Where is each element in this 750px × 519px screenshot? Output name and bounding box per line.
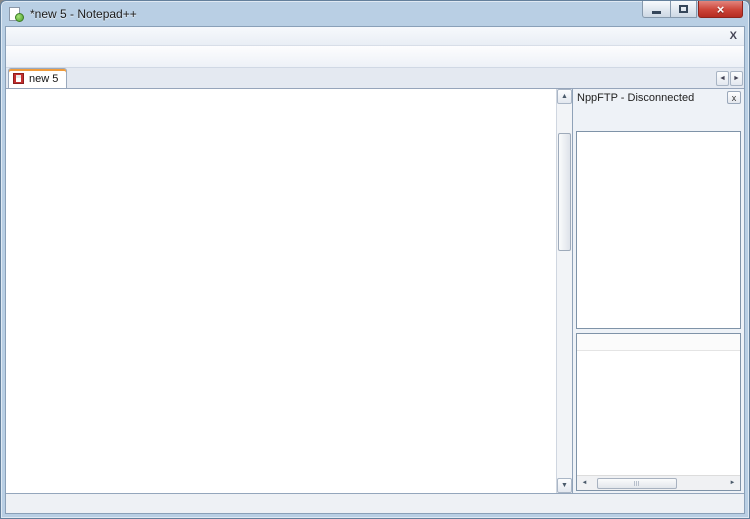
main-area: ▲ ▼ NppFTP - Disconnected x ◄ ►	[6, 89, 744, 493]
scroll-left-icon[interactable]: ◄	[577, 476, 592, 490]
scrollbar-track[interactable]	[558, 105, 571, 477]
app-window: *new 5 - Notepad++ × X new 5 ◄ ► ▲ ▼ Npp…	[0, 0, 750, 519]
floppy-label	[16, 78, 21, 82]
panel-close-icon[interactable]: x	[727, 91, 741, 104]
tab-bar: new 5 ◄ ►	[6, 68, 744, 89]
nppftp-header: NppFTP - Disconnected x	[573, 89, 744, 106]
app-icon-chameleon	[15, 12, 24, 22]
scroll-right-icon[interactable]: ►	[725, 476, 740, 490]
scroll-down-icon[interactable]: ▼	[557, 478, 572, 493]
tab-scroll-left-icon[interactable]: ◄	[716, 71, 729, 86]
queue-horizontal-scrollbar[interactable]: ◄ ►	[577, 475, 740, 490]
maximize-icon	[679, 5, 688, 13]
tab-new-5[interactable]: new 5	[8, 68, 68, 88]
close-icon: ×	[716, 1, 725, 17]
nppftp-panel: NppFTP - Disconnected x ◄ ►	[572, 89, 744, 493]
scrollbar-thumb[interactable]	[597, 477, 677, 489]
scroll-up-icon[interactable]: ▲	[557, 89, 572, 104]
menu-close-icon[interactable]: X	[730, 30, 737, 42]
tab-scroll-right-icon[interactable]: ►	[730, 71, 743, 86]
nppftp-title: NppFTP - Disconnected	[577, 91, 695, 104]
window-title: *new 5 - Notepad++	[30, 7, 137, 21]
ftp-file-tree[interactable]	[576, 131, 741, 329]
minimize-button[interactable]	[642, 1, 670, 18]
minimize-icon	[652, 11, 661, 14]
status-bar	[6, 493, 744, 513]
menu-bar: X	[6, 27, 744, 46]
scrollbar-thumb[interactable]	[558, 133, 571, 251]
transfer-queue-header	[577, 334, 740, 351]
code-editor[interactable]	[6, 89, 556, 493]
unsaved-file-icon	[13, 73, 24, 84]
toolbar	[6, 46, 744, 68]
transfer-queue: ◄ ►	[576, 333, 741, 491]
window-client-area: X new 5 ◄ ► ▲ ▼ NppFTP - Disconnected x	[5, 26, 745, 514]
tab-label: new 5	[29, 72, 59, 85]
editor-vertical-scrollbar[interactable]: ▲ ▼	[556, 89, 572, 493]
close-button[interactable]: ×	[698, 1, 743, 18]
transfer-queue-list[interactable]	[577, 351, 740, 475]
nppftp-toolbar	[573, 106, 744, 129]
window-controls: ×	[642, 1, 743, 18]
notepadpp-app-icon	[8, 6, 24, 22]
maximize-button[interactable]	[670, 1, 697, 18]
title-bar[interactable]: *new 5 - Notepad++ ×	[5, 1, 745, 26]
